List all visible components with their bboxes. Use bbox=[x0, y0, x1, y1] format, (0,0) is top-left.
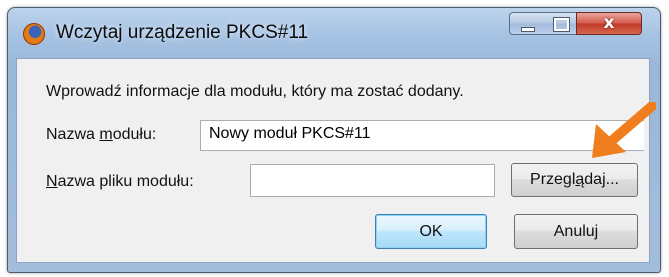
module-name-label: Nazwa modułu: bbox=[46, 126, 156, 144]
module-name-label-pre: Nazwa bbox=[46, 126, 100, 143]
browse-button[interactable]: Przeglądaj... bbox=[511, 163, 638, 197]
module-name-label-post: odułu: bbox=[112, 126, 157, 143]
module-file-input[interactable] bbox=[250, 164, 495, 197]
arrow-icon bbox=[592, 102, 656, 158]
dialog-window: Wczytaj urządzenie PKCS#11 x Wprowadź in… bbox=[7, 7, 661, 273]
browse-label-post: daj... bbox=[584, 171, 619, 188]
module-file-label-post: azwa pliku modułu: bbox=[57, 173, 194, 190]
ok-button[interactable]: OK bbox=[375, 214, 487, 249]
intro-text: Wprowadź informacje dla modułu, który ma… bbox=[46, 83, 464, 100]
module-file-label: Nazwa pliku modułu: bbox=[46, 173, 194, 191]
maximize-icon bbox=[553, 17, 570, 32]
cancel-button[interactable]: Anuluj bbox=[514, 214, 638, 249]
browse-label-accel: ą bbox=[575, 171, 585, 188]
browse-label-pre: Przegl bbox=[530, 171, 576, 188]
module-file-label-accel: N bbox=[46, 173, 58, 190]
maximize-button[interactable] bbox=[543, 12, 577, 35]
module-name-input[interactable]: Nowy moduł PKCS#11 bbox=[200, 120, 644, 151]
window-title: Wczytaj urządzenie PKCS#11 bbox=[56, 22, 309, 43]
firefox-icon bbox=[23, 23, 45, 45]
module-name-label-accel: m bbox=[99, 126, 113, 143]
title-bar[interactable]: Wczytaj urządzenie PKCS#11 x bbox=[8, 8, 660, 58]
close-button[interactable]: x bbox=[576, 12, 642, 35]
dialog-body: Wprowadź informacje dla modułu, który ma… bbox=[16, 58, 650, 263]
close-icon: x bbox=[603, 13, 615, 33]
minimize-button[interactable] bbox=[509, 12, 544, 35]
minimize-icon bbox=[521, 27, 535, 32]
